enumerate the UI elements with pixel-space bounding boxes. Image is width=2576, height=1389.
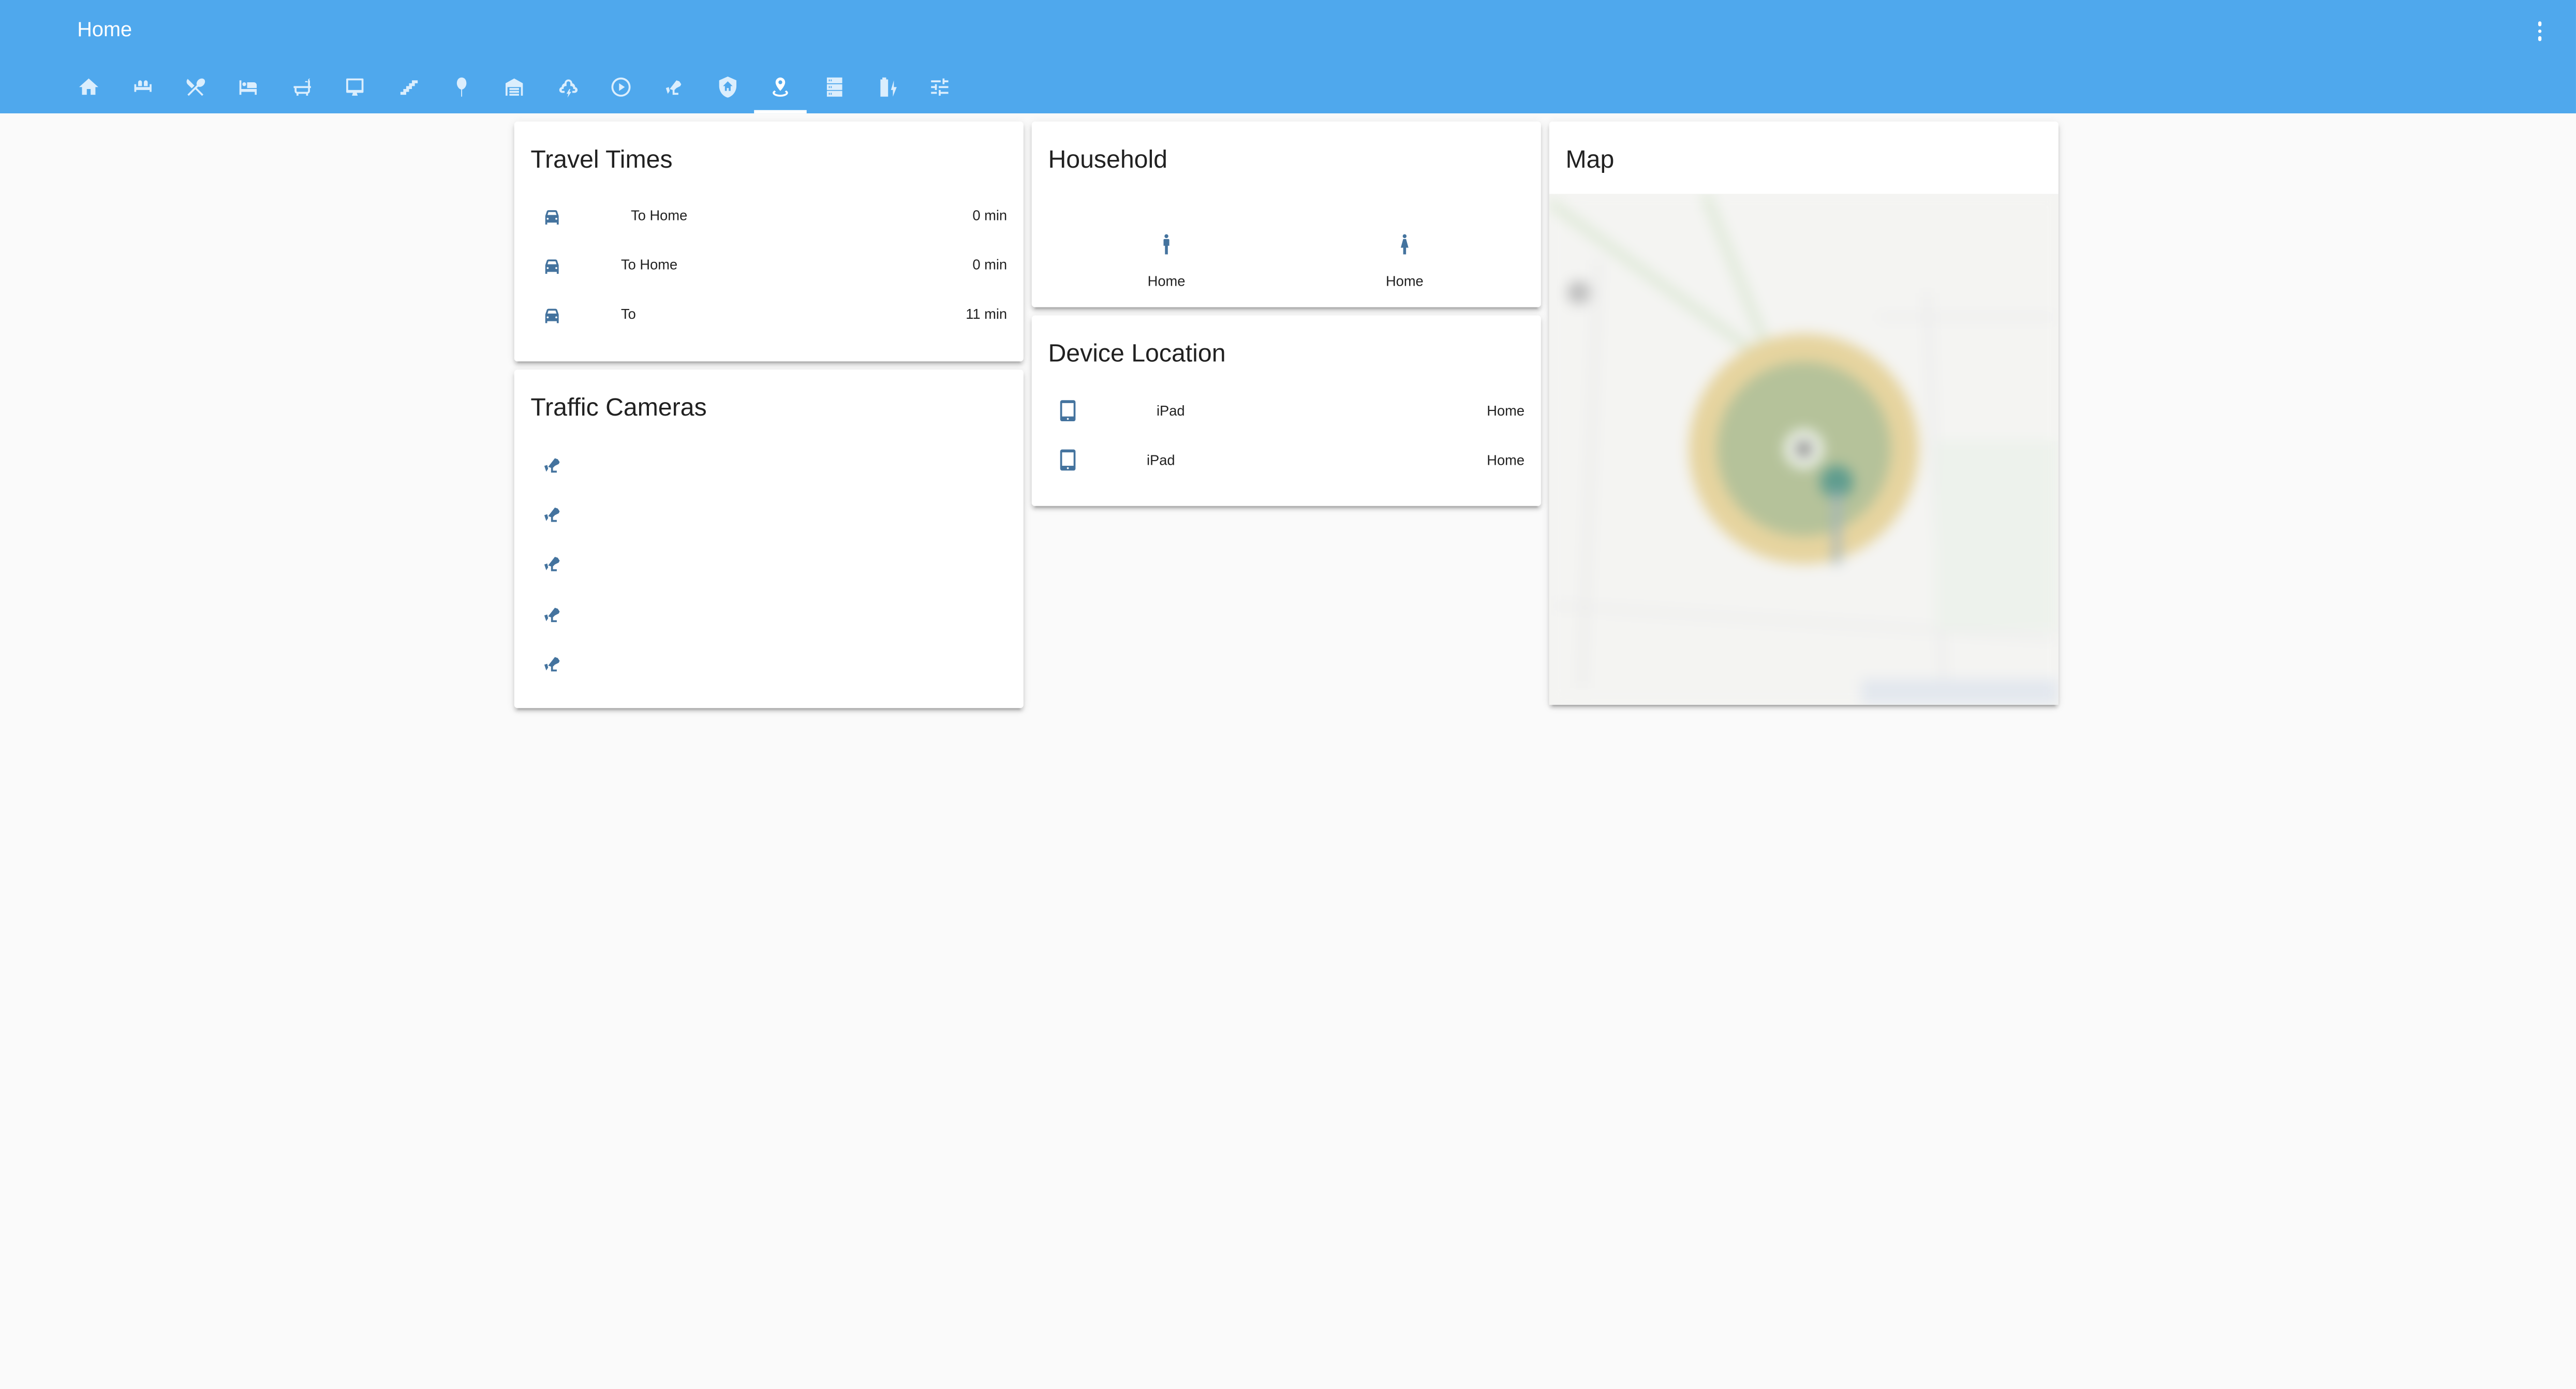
device-row[interactable]: iPad Home	[1032, 436, 1541, 485]
play-circle-icon	[610, 76, 632, 98]
person-state: Home	[1117, 273, 1216, 289]
person-badge[interactable]: Home	[1355, 233, 1454, 289]
camera-row[interactable]	[514, 440, 1024, 490]
device-state: Home	[1487, 402, 1524, 418]
map-tiles	[1549, 194, 2059, 704]
tab-weather[interactable]	[541, 67, 595, 113]
tune-icon	[929, 76, 952, 98]
sofa-icon	[131, 76, 154, 98]
card-title: Travel Times	[530, 146, 672, 176]
tab-living-room[interactable]	[115, 67, 169, 113]
travel-time-row[interactable]: To 11 min	[514, 291, 1024, 340]
tablet-ipad-icon	[1056, 397, 1079, 424]
card-title: Map	[1565, 146, 1614, 176]
monitor-icon	[344, 76, 366, 98]
map-card: Map	[1549, 122, 2059, 704]
tab-media[interactable]	[595, 67, 648, 113]
cctv-icon	[540, 652, 563, 675]
card-title: Device Location	[1048, 340, 1225, 370]
overflow-menu-button[interactable]	[2523, 15, 2556, 48]
map-canvas[interactable]	[1549, 194, 2059, 704]
bed-icon	[237, 76, 260, 98]
tablet-ipad-icon	[1056, 447, 1079, 474]
tab-garden[interactable]	[435, 67, 488, 113]
cctv-icon	[663, 76, 686, 98]
travel-time-value: 0 min	[972, 257, 1007, 273]
traffic-cameras-card: Traffic Cameras	[514, 370, 1024, 708]
household-card: Household Home Home	[1032, 122, 1541, 307]
car-icon	[540, 204, 563, 227]
cctv-icon	[540, 453, 563, 476]
device-location-card: Device Location iPad Home iPad Home	[1032, 316, 1541, 506]
bathtub-icon	[290, 76, 313, 98]
view-tabs	[63, 67, 967, 113]
camera-row[interactable]	[514, 540, 1024, 589]
map-marker-radius-icon	[769, 76, 792, 98]
card-title: Traffic Cameras	[530, 394, 706, 424]
car-icon	[540, 304, 563, 327]
home-icon	[78, 76, 100, 98]
stairs-icon	[397, 76, 420, 98]
travel-time-row[interactable]: To Home 0 min	[514, 241, 1024, 290]
weather-icon	[556, 76, 579, 98]
dot	[2538, 36, 2542, 41]
tab-settings[interactable]	[914, 67, 967, 113]
app-header: Home	[0, 0, 2576, 113]
travel-time-value: 0 min	[972, 207, 1007, 224]
camera-row[interactable]	[514, 639, 1024, 688]
device-name: iPad	[1157, 402, 1185, 418]
device-name: iPad	[1147, 451, 1175, 468]
tab-bedroom[interactable]	[222, 67, 275, 113]
tab-stairs[interactable]	[382, 67, 435, 113]
app-title: Home	[77, 17, 132, 43]
human-female-icon	[1393, 233, 1416, 256]
car-icon	[540, 254, 563, 277]
device-state: Home	[1487, 451, 1524, 468]
person-badge[interactable]: Home	[1117, 233, 1216, 289]
tab-servers[interactable]	[807, 67, 861, 113]
tab-home[interactable]	[63, 67, 116, 113]
travel-times-card: Travel Times To Home 0 min To Home 0 min…	[514, 122, 1024, 361]
cctv-icon	[540, 553, 563, 575]
tab-garage[interactable]	[488, 67, 541, 113]
cctv-icon	[540, 503, 563, 526]
tab-location[interactable]	[754, 67, 807, 113]
camera-row[interactable]	[514, 490, 1024, 539]
route-name: To Home	[631, 207, 687, 224]
tab-cameras[interactable]	[648, 67, 701, 113]
route-name: To	[621, 306, 636, 323]
server-icon	[822, 76, 845, 98]
card-title: Household	[1048, 146, 1167, 176]
battery-charging-icon	[876, 76, 898, 98]
route-name: To Home	[621, 257, 677, 273]
person-state: Home	[1355, 273, 1454, 289]
tab-energy[interactable]	[861, 67, 914, 113]
tab-office[interactable]	[329, 67, 382, 113]
device-row[interactable]: iPad Home	[1032, 386, 1541, 435]
travel-time-row[interactable]: To Home 0 min	[514, 191, 1024, 241]
tree-icon	[450, 76, 473, 98]
tab-kitchen[interactable]	[169, 67, 222, 113]
camera-row[interactable]	[514, 589, 1024, 638]
tab-security[interactable]	[701, 67, 754, 113]
travel-time-value: 11 min	[966, 306, 1007, 323]
silverware-icon	[184, 76, 206, 98]
shield-home-icon	[716, 76, 739, 98]
garage-icon	[503, 76, 526, 98]
dashboard: Home Travel Times To H	[0, 0, 2576, 1389]
dot	[2538, 29, 2542, 34]
human-male-icon	[1155, 233, 1178, 256]
tab-bathroom[interactable]	[275, 67, 329, 113]
cctv-icon	[540, 602, 563, 625]
dots-vertical-icon	[2538, 22, 2542, 26]
